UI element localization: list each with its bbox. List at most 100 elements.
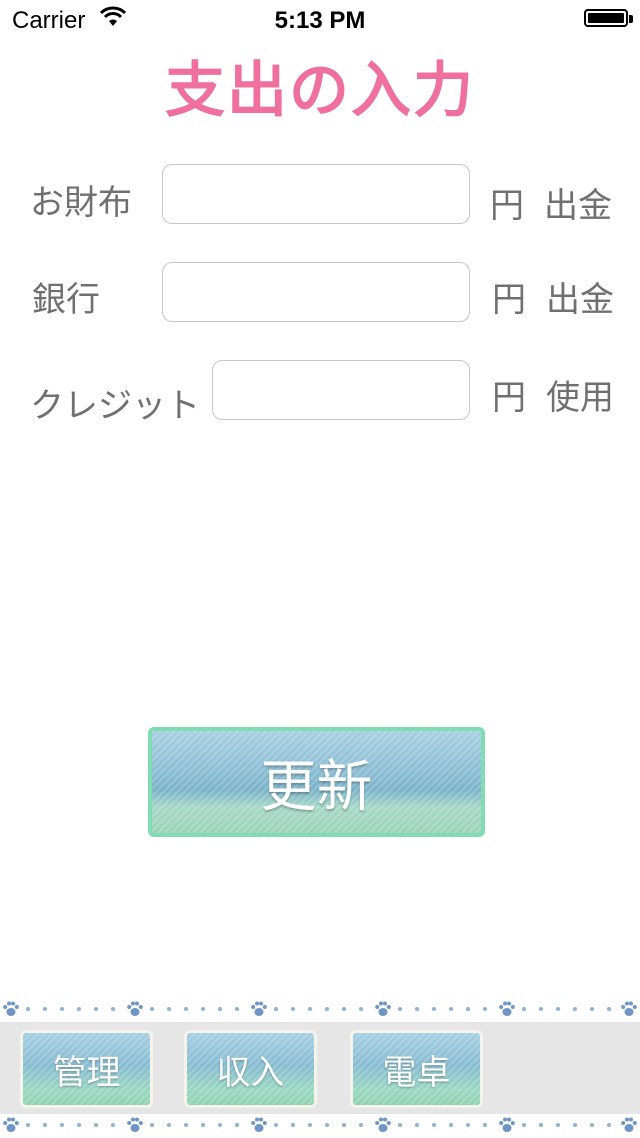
border-dot — [184, 1123, 188, 1127]
border-dot — [466, 1007, 470, 1011]
border-dot — [556, 1007, 560, 1011]
update-button-label: 更新 — [260, 754, 373, 820]
border-dot — [415, 1007, 419, 1011]
wallet-unit: 円 — [490, 186, 524, 226]
credit-amount-input[interactable] — [212, 360, 470, 420]
wallet-label: お財布 — [30, 183, 132, 223]
border-dot — [325, 1007, 329, 1011]
tab-calculator-label: 電卓 — [382, 1052, 451, 1093]
tab-manage[interactable]: 管理 — [20, 1030, 153, 1108]
border-dot — [150, 1123, 154, 1127]
border-dot — [201, 1123, 205, 1127]
border-dot — [607, 1123, 611, 1127]
border-dot — [274, 1123, 278, 1127]
paw-icon — [126, 1116, 144, 1134]
paw-icon — [250, 1000, 268, 1018]
credit-action: 使用 — [546, 378, 614, 418]
update-button[interactable]: 更新 — [148, 727, 485, 837]
border-dot — [184, 1007, 188, 1011]
border-dot — [522, 1007, 526, 1011]
border-dot — [218, 1123, 222, 1127]
paw-border-bottom — [0, 1114, 640, 1136]
border-dot — [573, 1123, 577, 1127]
status-bar: Carrier 5:13 PM — [0, 0, 640, 40]
border-dot — [432, 1123, 436, 1127]
border-dot — [432, 1007, 436, 1011]
border-dot — [111, 1123, 115, 1127]
bank-action: 出金 — [546, 280, 614, 320]
border-dot — [573, 1007, 577, 1011]
border-dot — [359, 1123, 363, 1127]
border-dot — [26, 1007, 30, 1011]
border-dot — [235, 1123, 239, 1127]
tab-manage-label: 管理 — [52, 1052, 121, 1093]
tab-bar: 管理 収入 電卓 — [0, 1022, 640, 1114]
battery-tip — [629, 15, 633, 23]
tab-calculator[interactable]: 電卓 — [350, 1030, 483, 1108]
border-dot — [77, 1007, 81, 1011]
border-dot — [150, 1007, 154, 1011]
border-dot — [449, 1007, 453, 1011]
border-dot — [43, 1123, 47, 1127]
border-dot — [218, 1007, 222, 1011]
border-dot — [111, 1007, 115, 1011]
paw-icon — [374, 1116, 392, 1134]
border-dot — [590, 1007, 594, 1011]
bank-label: 銀行 — [32, 280, 100, 320]
border-dot — [483, 1123, 487, 1127]
paw-icon — [2, 1000, 20, 1018]
bank-amount-input[interactable] — [162, 262, 470, 322]
border-dot — [274, 1007, 278, 1011]
paw-icon — [498, 1116, 516, 1134]
border-dot — [94, 1007, 98, 1011]
wallet-amount-input[interactable] — [162, 164, 470, 224]
paw-icon — [126, 1000, 144, 1018]
border-dot — [449, 1123, 453, 1127]
border-dot — [167, 1007, 171, 1011]
border-dot — [398, 1007, 402, 1011]
border-dot — [607, 1007, 611, 1011]
border-dot — [291, 1123, 295, 1127]
credit-unit: 円 — [492, 378, 526, 418]
border-dot — [539, 1123, 543, 1127]
border-dot — [291, 1007, 295, 1011]
border-dot — [308, 1123, 312, 1127]
border-dot — [308, 1007, 312, 1011]
border-dot — [415, 1123, 419, 1127]
paw-border-top — [0, 998, 640, 1020]
border-dot — [556, 1123, 560, 1127]
border-dot — [60, 1007, 64, 1011]
paw-icon — [620, 1000, 638, 1018]
border-dot — [398, 1123, 402, 1127]
border-dot — [167, 1123, 171, 1127]
border-dot — [77, 1123, 81, 1127]
border-dot — [590, 1123, 594, 1127]
paw-icon — [250, 1116, 268, 1134]
border-dot — [325, 1123, 329, 1127]
border-dot — [522, 1123, 526, 1127]
tab-income-label: 収入 — [216, 1052, 285, 1093]
border-dot — [60, 1123, 64, 1127]
border-dot — [483, 1007, 487, 1011]
border-dot — [201, 1007, 205, 1011]
paw-icon — [2, 1116, 20, 1134]
border-dot — [235, 1007, 239, 1011]
border-dot — [26, 1123, 30, 1127]
border-dot — [94, 1123, 98, 1127]
border-dot — [342, 1007, 346, 1011]
border-dot — [342, 1123, 346, 1127]
border-dot — [359, 1007, 363, 1011]
border-dot — [466, 1123, 470, 1127]
paw-icon — [620, 1116, 638, 1134]
paw-icon — [374, 1000, 392, 1018]
status-time: 5:13 PM — [274, 7, 366, 34]
paw-icon — [498, 1000, 516, 1018]
credit-label: クレジット — [30, 386, 200, 426]
border-dot — [539, 1007, 543, 1011]
wallet-action: 出金 — [544, 186, 612, 226]
tab-income[interactable]: 収入 — [184, 1030, 317, 1108]
battery-icon — [584, 9, 628, 27]
bank-unit: 円 — [492, 280, 526, 320]
border-dot — [43, 1007, 47, 1011]
page-title: 支出の入力 — [165, 56, 475, 126]
